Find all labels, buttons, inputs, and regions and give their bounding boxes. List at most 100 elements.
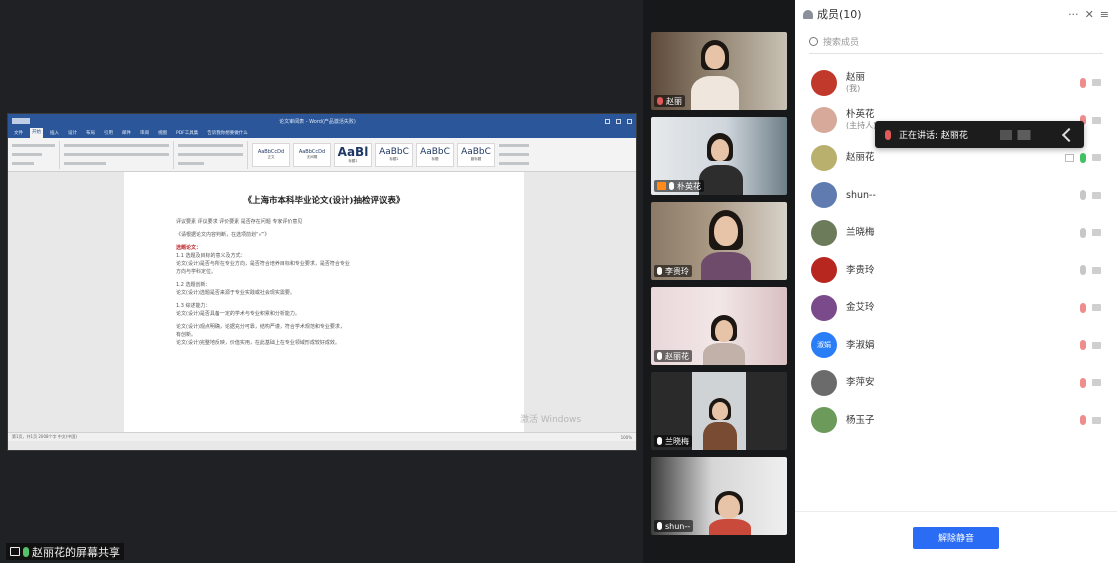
word-ribbon-tabs: 文件 开始 插入 设计 布局 引用 邮件 审阅 视图 PDF工具集 告诉我你想要… [8, 128, 636, 138]
word-statusbar: 第1页，共1页 2008个字 中文(中国) 100% [8, 432, 636, 441]
screen-share-icon [10, 547, 20, 556]
camera-icon[interactable] [1092, 116, 1101, 124]
camera-icon[interactable] [1092, 304, 1101, 312]
word-status-left: 第1页，共1页 2008个字 中文(中国) [12, 434, 77, 439]
word-tell-me: 告诉我你想要做什么 [207, 131, 248, 136]
doc-line: 论文(设计)观点明确，论据充分可靠，结构严谨，符合学术规范和专业要求， [176, 324, 345, 330]
word-tab: 邮件 [122, 131, 131, 136]
video-name-tag: 兰晓梅 [654, 435, 692, 447]
member-name: 李贵玲 [846, 264, 875, 276]
minimize-icon [605, 118, 610, 124]
mic-muted-icon[interactable] [1080, 340, 1086, 351]
doc-line: 1.2 选题创新： [176, 282, 211, 288]
video-tile[interactable]: 兰晓梅 [651, 372, 787, 450]
doc-line: 1.1 选题及目标的意义及方式： [176, 253, 246, 259]
clipboard-group [12, 140, 60, 169]
doc-line: 论文(设计)完整地反映，价值实用，在此基础上在专业领域形成较好成效。 [176, 340, 340, 346]
close-panel-icon[interactable]: ✕ [1085, 8, 1094, 21]
mic-muted-icon[interactable] [1080, 415, 1086, 426]
video-tile[interactable]: 赵丽 [651, 32, 787, 110]
camera-icon[interactable] [1092, 191, 1101, 199]
word-titlebar: 论文审阅表 - Word(产品激活失败) [8, 114, 636, 128]
member-name: 李淑娟 [846, 339, 875, 351]
unmute-all-button[interactable]: 解除静音 [913, 526, 999, 549]
doc-line: 论文(设计)选题是否来源于专业实践或社会现实需要。 [176, 290, 295, 296]
audio-wave-icon [975, 129, 1056, 140]
word-tab: 布局 [86, 131, 95, 136]
member-name: 李萍安 [846, 377, 875, 389]
member-name: 赵丽花 [846, 152, 875, 164]
member-name: 金艾玲 [846, 302, 875, 314]
camera-icon[interactable] [1092, 154, 1101, 162]
styles-gallery: AaBbCcDd 正文 AaBbCcDd 无间隔 AaBl 标题1 AaBbC 标题2 … [252, 142, 495, 167]
member-row[interactable]: 金艾玲 [795, 289, 1117, 327]
mic-muted-icon[interactable] [1080, 377, 1086, 388]
member-role: (我) [846, 83, 861, 93]
word-tab: 设计 [68, 131, 77, 136]
member-search[interactable]: 搜索成员 [809, 30, 1103, 54]
mic-on-icon[interactable] [1080, 152, 1086, 163]
mic-muted-icon [657, 97, 663, 105]
video-strip: 赵丽 朴英花 李贵玲 赵丽花 兰晓梅 shun-- [643, 0, 795, 563]
style-normal: AaBbCcDd 正文 [252, 142, 290, 167]
mic-icon[interactable] [1080, 265, 1086, 276]
word-tab: PDF工具集 [176, 131, 199, 136]
video-name-tag: 赵丽花 [654, 350, 692, 362]
collapse-icon[interactable] [1061, 127, 1077, 142]
doc-line: 1.3 综述能力： [176, 303, 211, 309]
mic-muted-icon[interactable] [1080, 77, 1086, 88]
search-icon [809, 37, 818, 46]
mic-on-icon [23, 546, 29, 557]
meeting-window: 论文审阅表 - Word(产品激活失败) 文件 开始 插入 设计 布局 引用 邮… [0, 0, 1117, 563]
panel-menu-icon[interactable]: ≡ [1100, 8, 1109, 21]
members-header: 成员(10) ··· ✕ ≡ [795, 0, 1117, 28]
screen-share-icon [1065, 153, 1074, 162]
mic-on-icon [657, 352, 662, 360]
camera-icon[interactable] [1092, 416, 1101, 424]
mic-on-icon [657, 522, 662, 530]
member-row[interactable]: 淑娟 李淑娟 [795, 327, 1117, 365]
doc-line: 《请根据论文内容判断，在选项前划“√”》 [176, 232, 270, 238]
more-options-icon[interactable]: ··· [1068, 8, 1079, 21]
mic-muted-icon[interactable] [1080, 302, 1086, 313]
video-name-tag: 赵丽 [654, 95, 685, 107]
style-title: AaBbC 标题 [416, 142, 454, 167]
camera-icon[interactable] [1092, 266, 1101, 274]
document-page: 《上海市本科毕业论文(设计)抽检评议表》 评议要素 评议要求 评价要素 是否存在… [124, 172, 524, 441]
doc-line: 论文(设计)是否具备一定的学术与专业积累和分析能力。 [176, 311, 300, 317]
screen-share-label: 赵丽花的屏幕共享 [6, 543, 124, 560]
word-tab: 文件 [14, 131, 23, 136]
video-name-tag: 朴英花 [654, 180, 704, 192]
screen-share-area: 论文审阅表 - Word(产品激活失败) 文件 开始 插入 设计 布局 引用 邮… [0, 0, 643, 563]
camera-icon[interactable] [1092, 79, 1101, 87]
member-row[interactable]: shun-- [795, 177, 1117, 215]
camera-icon[interactable] [1092, 229, 1101, 237]
avatar [811, 294, 837, 321]
mic-muted-icon [885, 129, 891, 140]
video-tile[interactable]: 李贵玲 [651, 202, 787, 280]
member-row[interactable]: 李贵玲 [795, 252, 1117, 290]
speaking-text: 正在讲话: 赵丽花 [899, 131, 968, 141]
word-tab: 视图 [158, 131, 167, 136]
video-name-tag: 李贵玲 [654, 265, 692, 277]
mic-icon[interactable] [1080, 227, 1086, 238]
video-tile[interactable]: 赵丽花 [651, 287, 787, 365]
members-footer: 解除静音 [795, 511, 1117, 563]
member-row[interactable]: 杨玉子 [795, 402, 1117, 440]
avatar [811, 182, 837, 209]
member-row[interactable]: 兰晓梅 [795, 214, 1117, 252]
camera-icon[interactable] [1092, 341, 1101, 349]
camera-icon[interactable] [1092, 379, 1101, 387]
speaking-indicator: 正在讲话: 赵丽花 [875, 121, 1084, 148]
doc-line: 有创新。 [176, 332, 197, 338]
video-tile[interactable]: 朴英花 [651, 117, 787, 195]
member-row[interactable]: 赵丽 (我) [795, 64, 1117, 102]
member-name: shun-- [846, 189, 876, 201]
camera-icon [657, 182, 666, 190]
mic-icon[interactable] [1080, 190, 1086, 201]
word-ribbon: AaBbCcDd 正文 AaBbCcDd 无间隔 AaBl 标题1 AaBbC 标题2 … [8, 138, 636, 172]
members-panel: 成员(10) ··· ✕ ≡ 搜索成员 赵丽 (我) 朴英花 (主持人) 赵丽花 s… [795, 0, 1117, 563]
member-row[interactable]: 李萍安 [795, 364, 1117, 402]
avatar [811, 69, 837, 96]
video-tile[interactable]: shun-- [651, 457, 787, 535]
